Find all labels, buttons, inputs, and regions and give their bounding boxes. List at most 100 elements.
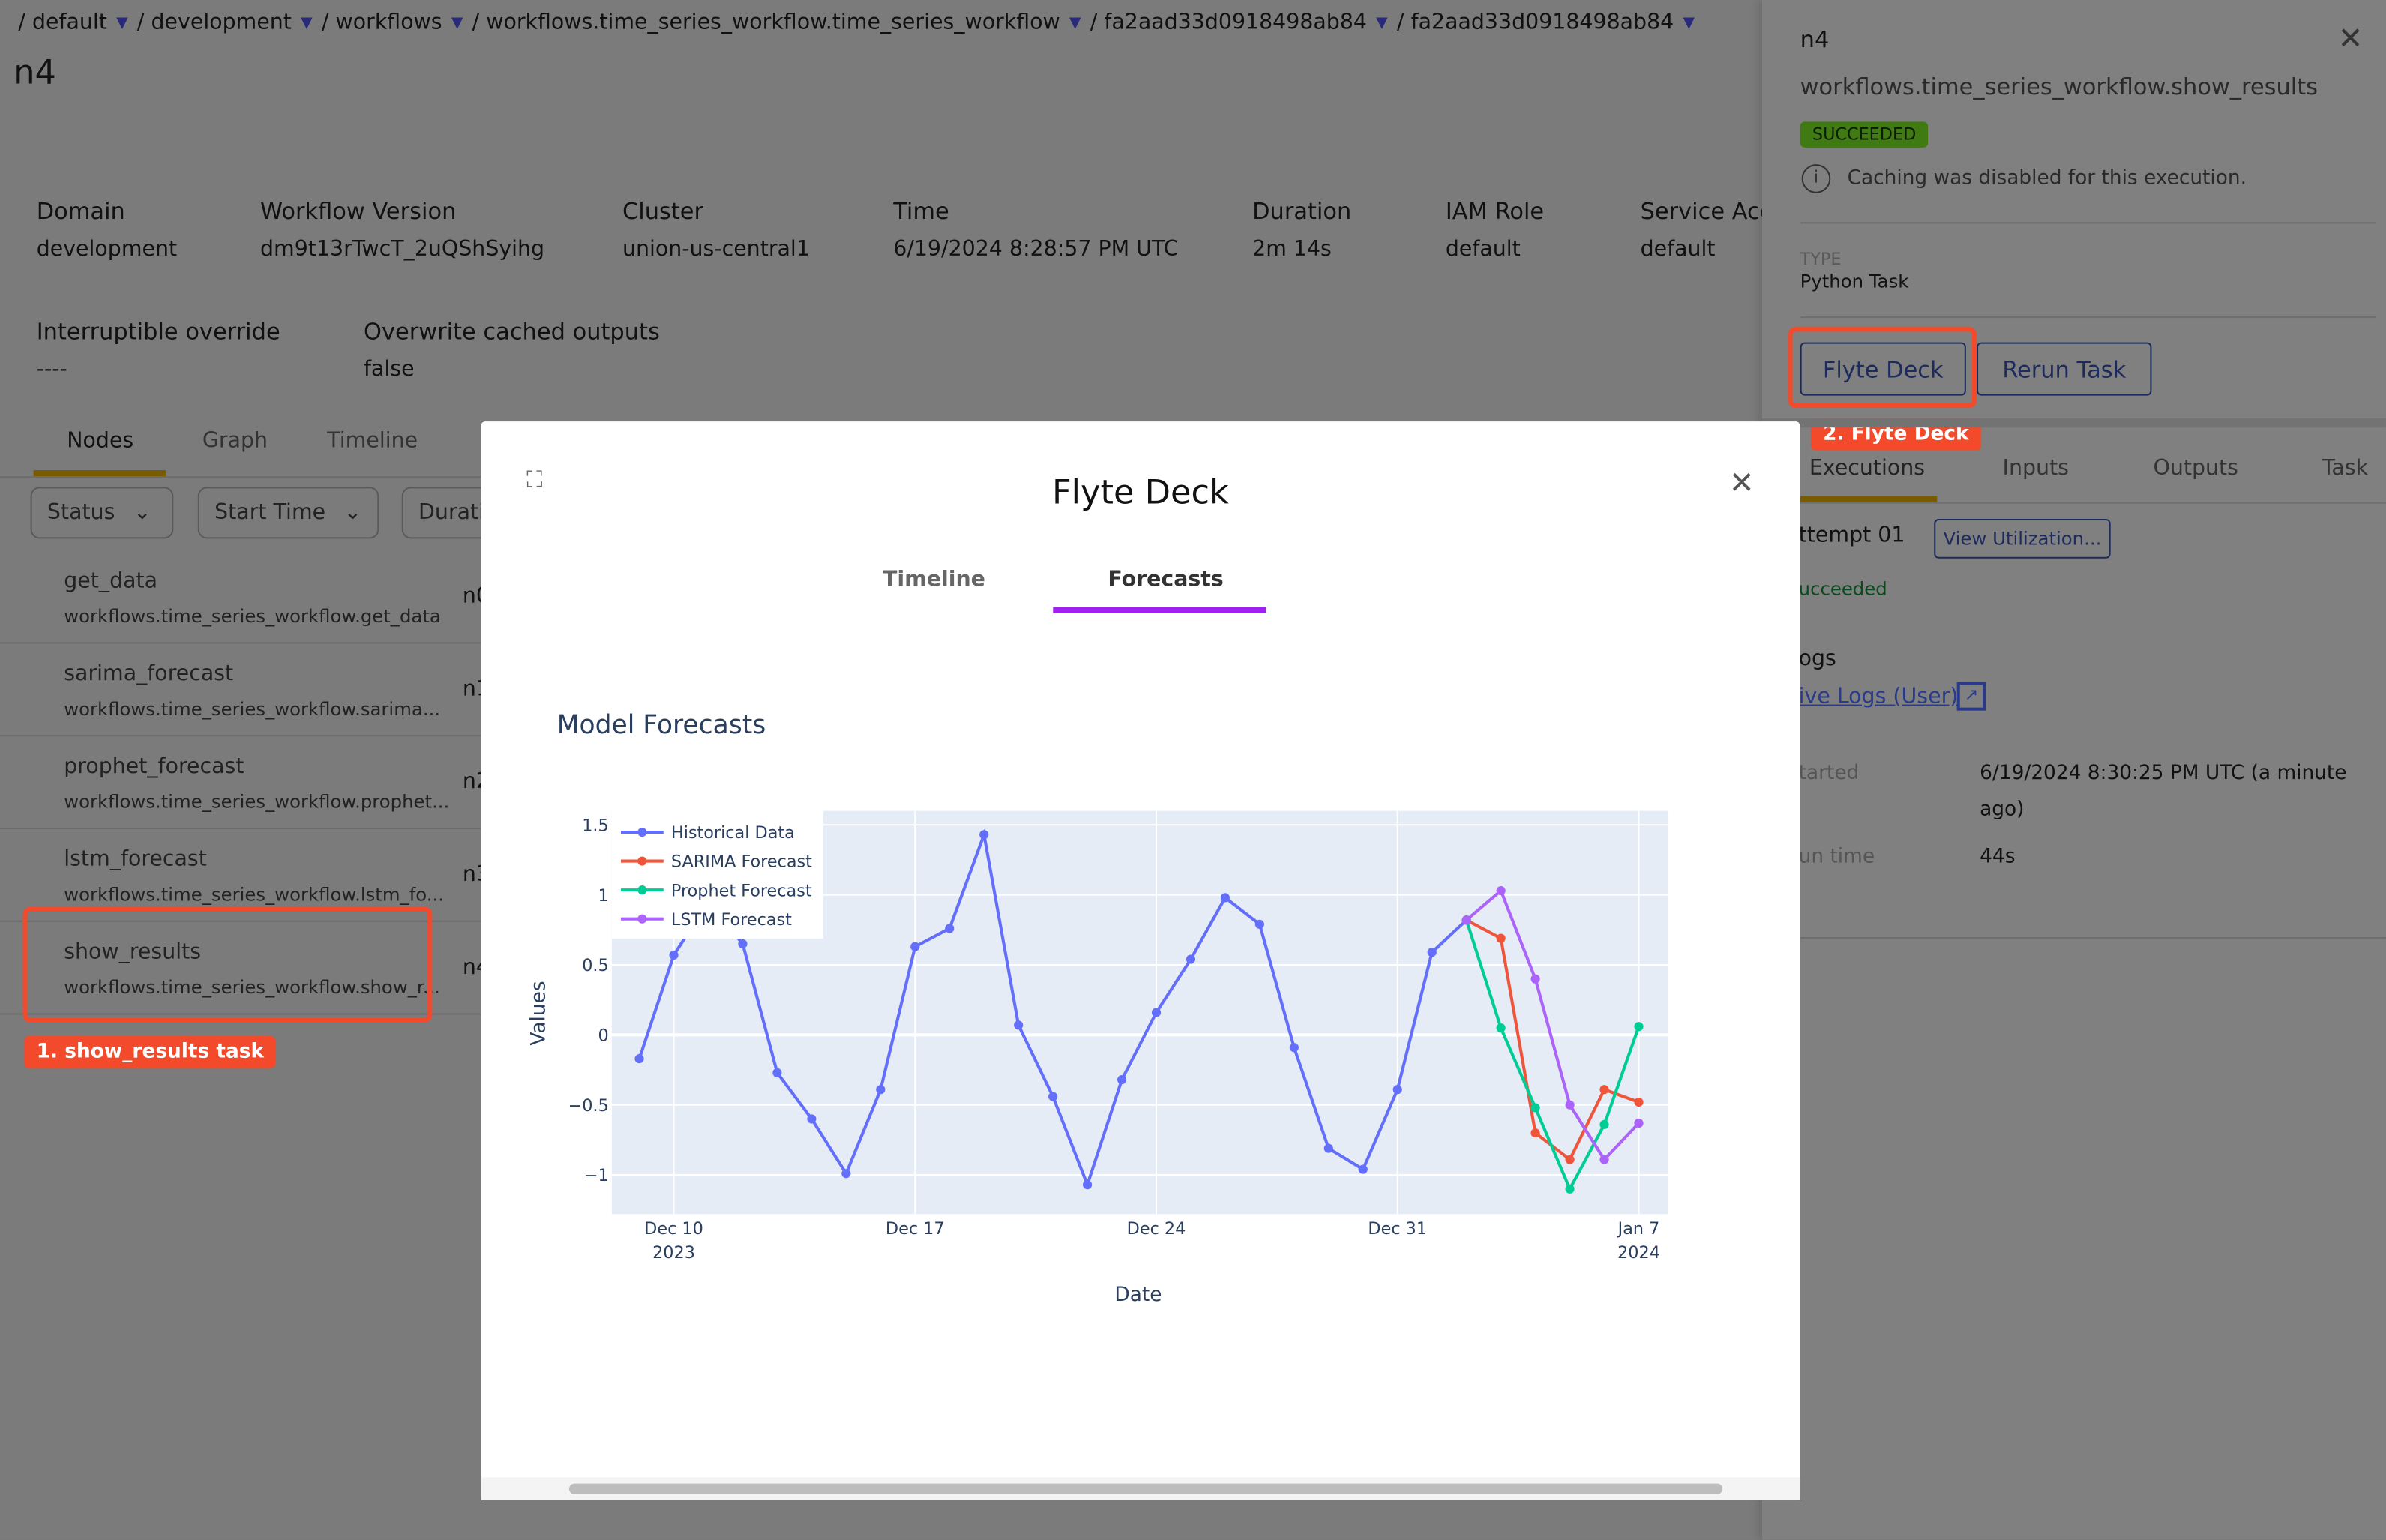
data-point[interactable] (1599, 1155, 1609, 1164)
y-tick-label: −1 (584, 1166, 609, 1185)
legend-label: Prophet Forecast (671, 881, 812, 900)
y-axis-label: Values (527, 981, 550, 1045)
data-point[interactable] (876, 1085, 886, 1095)
filter-label: Status (46, 500, 115, 526)
data-point[interactable] (1530, 1103, 1540, 1113)
caret-down-icon[interactable]: ▼ (451, 14, 463, 31)
legend: Historical Data SARIMA Forecast Prophet Fo… (611, 810, 823, 939)
data-point[interactable] (1427, 948, 1437, 957)
legend-marker (637, 856, 647, 866)
x-tick-label: Dec 17 (886, 1219, 945, 1239)
attempt-status: ucceeded (1798, 578, 1887, 600)
data-point[interactable] (1496, 933, 1506, 943)
data-point[interactable] (1082, 1180, 1093, 1190)
data-point[interactable] (1496, 1023, 1506, 1033)
caret-down-icon[interactable]: ▼ (1683, 14, 1695, 31)
x-axis-label: Date (1114, 1284, 1162, 1306)
data-point[interactable] (772, 1068, 782, 1077)
data-point[interactable] (1117, 1075, 1127, 1085)
chevron-down-icon: ⌄ (133, 500, 151, 526)
breadcrumb-item[interactable]: / fa2aad33d0918498ab84 ▼ (1090, 10, 1388, 34)
tab-timeline[interactable]: Timeline (327, 429, 418, 453)
data-point[interactable] (1186, 954, 1196, 964)
caret-down-icon[interactable]: ▼ (1069, 14, 1081, 31)
status-filter[interactable]: Status ⌄ (30, 487, 174, 539)
data-point[interactable] (738, 939, 748, 949)
active-tab-indicator (33, 470, 166, 477)
data-point[interactable] (979, 830, 989, 840)
start-time-filter[interactable]: Start Time ⌄ (197, 487, 379, 539)
data-point[interactable] (841, 1169, 851, 1179)
data-point[interactable] (945, 924, 955, 933)
started-value: 6/19/2024 8:30:25 PM UTC (a minute (1980, 762, 2347, 786)
data-point[interactable] (1530, 1128, 1540, 1138)
breadcrumb-item[interactable]: / development ▼ (137, 10, 313, 34)
highlight-show-results (22, 906, 433, 1023)
meta-field: IAM Role default (1446, 198, 1544, 262)
breadcrumb-item[interactable]: / workflows ▼ (322, 10, 463, 34)
data-point[interactable] (1392, 1085, 1402, 1095)
tab-graph[interactable]: Graph (202, 429, 268, 453)
data-point[interactable] (1530, 974, 1540, 984)
meta-value: 6/19/2024 8:28:57 PM UTC (893, 237, 1179, 262)
data-point[interactable] (1496, 885, 1506, 896)
data-point[interactable] (1014, 1020, 1024, 1030)
tab-inputs[interactable]: Inputs (2003, 457, 2069, 481)
data-point[interactable] (1323, 1143, 1333, 1153)
close-icon[interactable]: ✕ (2337, 19, 2363, 56)
breadcrumb-item[interactable]: / fa2aad33d0918498ab84 ▼ (1397, 10, 1695, 34)
data-point[interactable] (1461, 915, 1471, 925)
live-logs-link[interactable]: ive Logs (User) (1799, 685, 1959, 709)
data-point[interactable] (910, 942, 920, 951)
external-link-icon[interactable]: ↗ (1956, 682, 1986, 711)
tab-outputs[interactable]: Outputs (2153, 457, 2238, 481)
caret-down-icon[interactable]: ▼ (301, 14, 313, 31)
data-point[interactable] (1599, 1085, 1609, 1095)
rerun-task-button[interactable]: Rerun Task (1977, 342, 2152, 396)
tab-task[interactable]: Task (2322, 457, 2368, 481)
meta-label: Duration (1252, 197, 1352, 226)
tab-executions[interactable]: Executions (1809, 457, 1925, 481)
x-tick-label: Dec 31 (1368, 1219, 1427, 1239)
data-point[interactable] (1220, 893, 1230, 903)
divider (1800, 222, 2376, 224)
data-point[interactable] (1634, 1097, 1644, 1107)
data-point[interactable] (1634, 1118, 1644, 1128)
status-badge: SUCCEEDED (1800, 121, 1929, 148)
data-point[interactable] (807, 1114, 817, 1124)
data-point[interactable] (1048, 1092, 1058, 1101)
data-point[interactable] (1565, 1155, 1575, 1164)
node-row[interactable]: get_data workflows.time_series_workflow.g… (0, 551, 490, 644)
data-point[interactable] (1565, 1100, 1575, 1110)
filter-label: Durati (418, 500, 485, 526)
started-label: tarted (1798, 762, 1860, 786)
data-point[interactable] (669, 950, 679, 960)
data-point[interactable] (1151, 1008, 1162, 1017)
breadcrumb-label: / fa2aad33d0918498ab84 (1090, 10, 1368, 35)
attempt-label: ttempt 01 (1798, 523, 1905, 548)
data-point[interactable] (1254, 919, 1264, 929)
breadcrumb-item[interactable]: / workflows.time_series_workflow.time_se… (472, 10, 1081, 34)
node-row[interactable]: prophet_forecast workflows.time_series_wo… (0, 736, 490, 829)
meta-label: Interruptible override (36, 318, 280, 346)
filter-label: Start Time (214, 500, 326, 526)
data-point[interactable] (1599, 1119, 1609, 1129)
meta-value: false (364, 357, 415, 382)
chevron-down-icon: ⌄ (343, 500, 362, 526)
data-point[interactable] (1634, 1022, 1644, 1032)
horizontal-scrollbar-thumb[interactable] (568, 1483, 1723, 1494)
type-label: TYPE (1800, 249, 1842, 270)
data-point[interactable] (1358, 1164, 1368, 1174)
caret-down-icon[interactable]: ▼ (1376, 14, 1388, 31)
caret-down-icon[interactable]: ▼ (116, 14, 128, 31)
data-point[interactable] (1289, 1043, 1299, 1053)
data-point[interactable] (1565, 1184, 1575, 1194)
meta-label: Overwrite cached outputs (364, 318, 660, 346)
data-point[interactable] (634, 1054, 644, 1064)
tab-nodes[interactable]: Nodes (67, 429, 133, 453)
node-row[interactable]: sarima_forecast workflows.time_series_wor… (0, 643, 490, 737)
meta-label: Time (893, 197, 949, 226)
breadcrumb-label: / workflows (321, 10, 442, 35)
view-utilization-button[interactable]: View Utilization... (1934, 518, 2111, 559)
breadcrumb-item[interactable]: / default ▼ (18, 10, 127, 34)
